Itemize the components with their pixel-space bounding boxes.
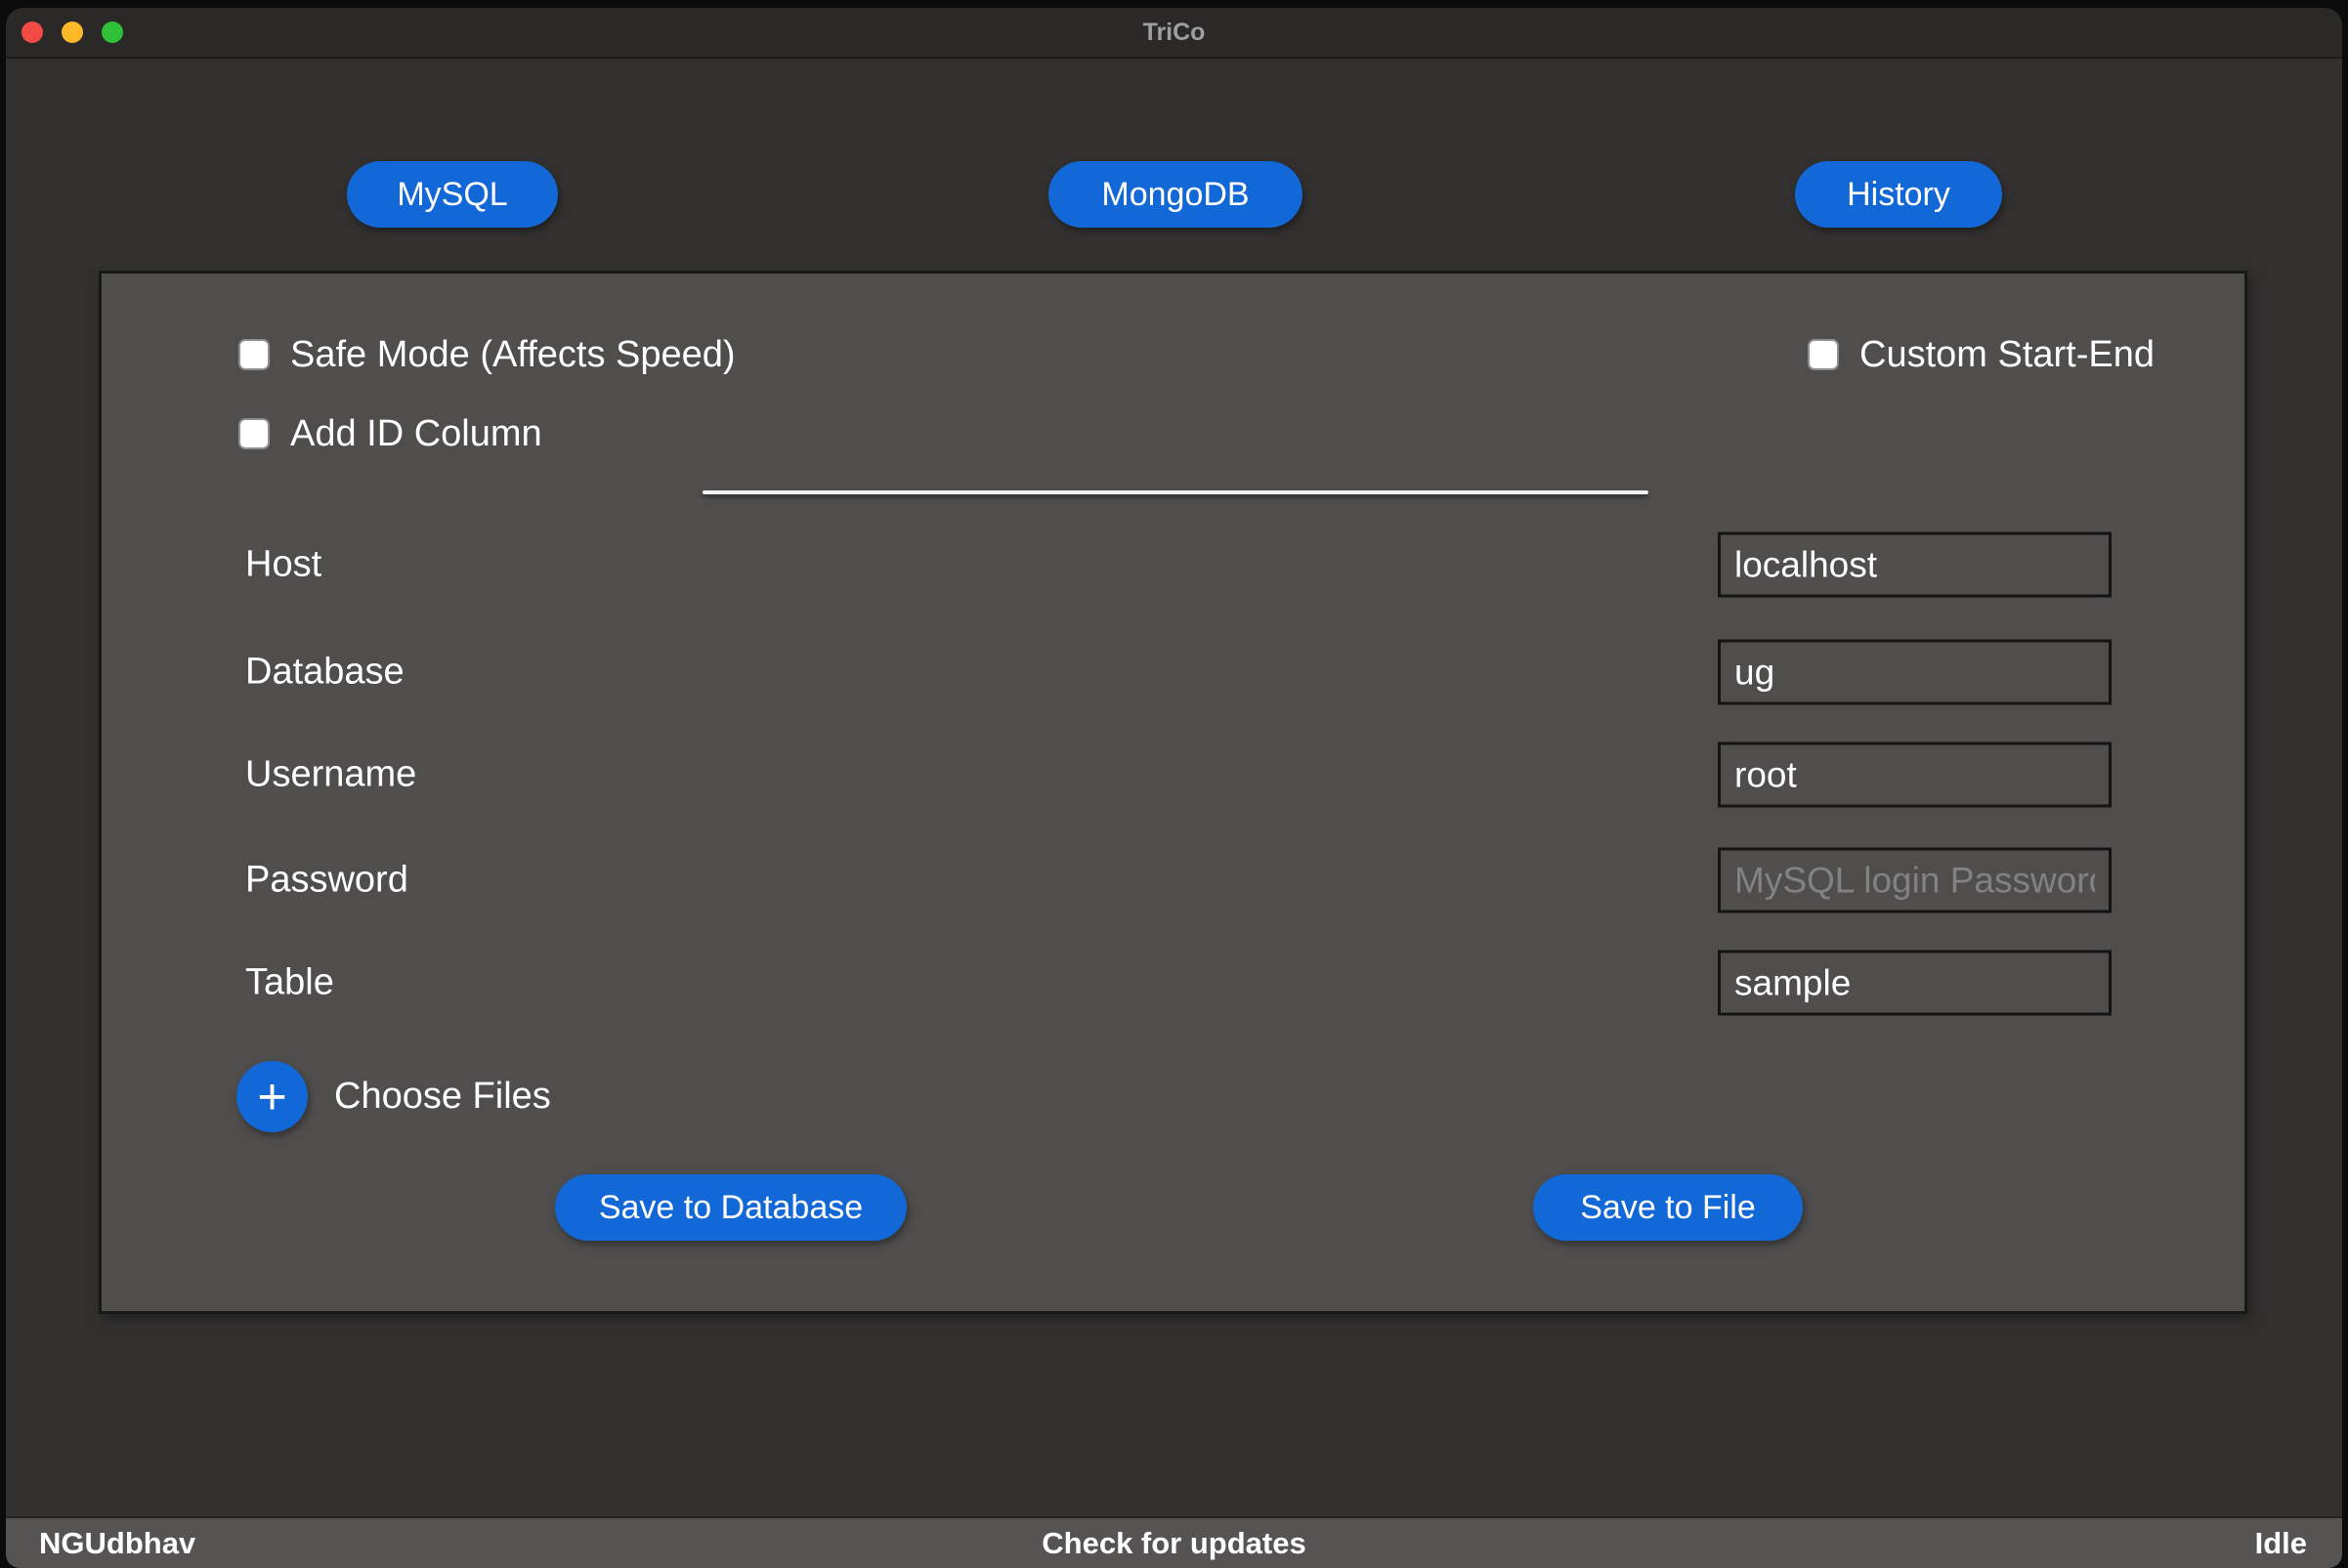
password-input[interactable] [1718,847,2112,913]
choose-files-label: Choose Files [334,1076,551,1117]
custom-start-end-label: Custom Start-End [1859,333,2155,375]
minimize-button[interactable] [62,21,83,43]
password-label: Password [245,859,408,901]
mongodb-tab-button[interactable]: MongoDB [1048,161,1302,228]
safe-mode-option: Safe Mode (Affects Speed) [238,332,736,377]
zoom-button[interactable] [102,21,123,43]
field-row-database: Database [102,639,2244,705]
window-title: TriCo [1142,18,1206,46]
title-bar: TriCo [6,8,2342,59]
table-label: Table [245,961,334,1003]
status-bar: NGUdbhav Check for updates Idle [6,1516,2342,1568]
custom-start-end-checkbox[interactable] [1808,339,1839,370]
table-input[interactable] [1718,950,2112,1016]
save-to-database-button[interactable]: Save to Database [555,1174,907,1241]
safe-mode-checkbox[interactable] [238,339,270,370]
main-panel: Safe Mode (Affects Speed) Add ID Column … [99,271,2247,1314]
field-row-password: Password [102,847,2244,913]
database-input[interactable] [1718,639,2112,705]
section-divider [703,490,1648,494]
status-state: Idle [2254,1525,2307,1560]
database-label: Database [245,651,405,693]
history-tab-button[interactable]: History [1795,161,2002,228]
save-to-file-button[interactable]: Save to File [1533,1174,1803,1241]
mysql-tab-button[interactable]: MySQL [347,161,558,228]
custom-start-end-option: Custom Start-End [1808,332,2155,377]
add-id-column-checkbox[interactable] [238,418,270,449]
username-label: Username [245,753,417,795]
field-row-host: Host [102,531,2244,598]
close-button[interactable] [21,21,43,43]
host-input[interactable] [1718,531,2112,598]
check-for-updates-link[interactable]: Check for updates [6,1526,2342,1561]
add-id-column-option: Add ID Column [238,411,542,456]
host-label: Host [245,543,322,585]
plus-icon: + [236,1061,308,1132]
field-row-table: Table [102,950,2244,1016]
safe-mode-label: Safe Mode (Affects Speed) [290,333,736,375]
traffic-lights [6,21,123,43]
username-input[interactable] [1718,742,2112,808]
app-window: TriCo MySQL MongoDB History Safe Mode (A… [6,8,2342,1568]
choose-files-button[interactable]: + Choose Files [236,1061,551,1132]
field-row-username: Username [102,742,2244,808]
add-id-column-label: Add ID Column [290,412,542,454]
